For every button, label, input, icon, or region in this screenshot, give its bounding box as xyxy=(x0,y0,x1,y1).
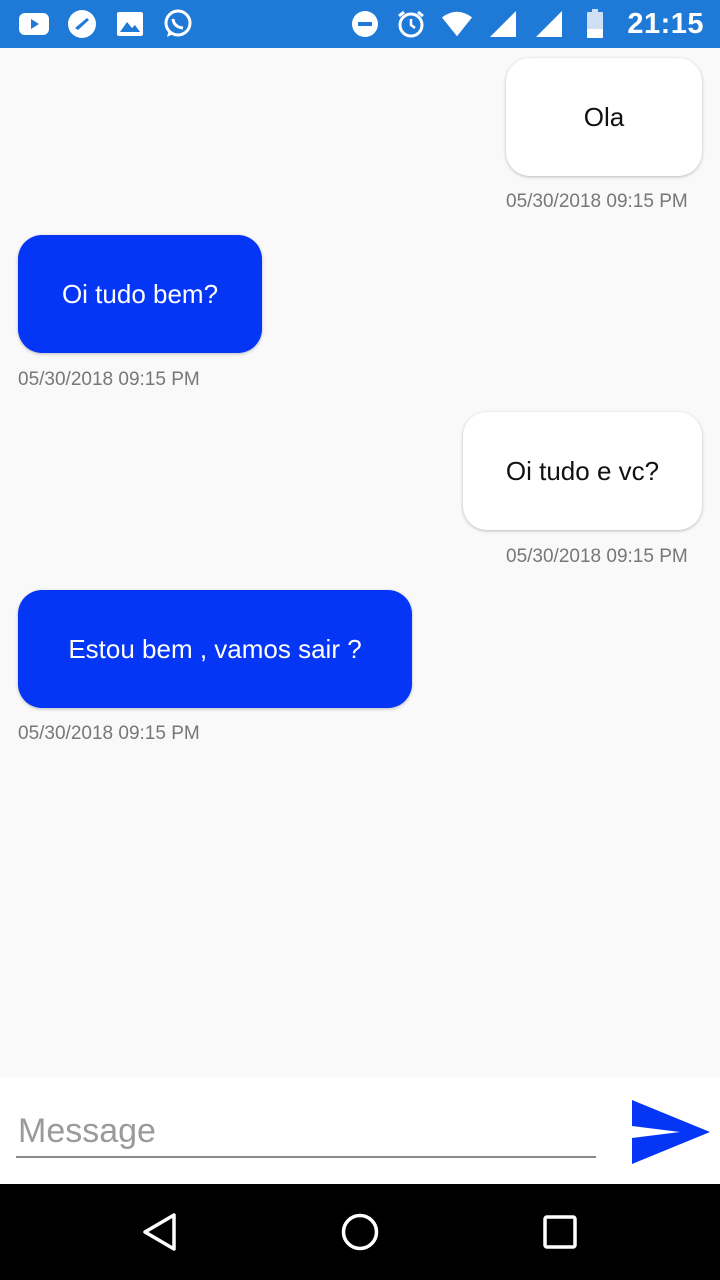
recents-button[interactable] xyxy=(536,1208,584,1256)
home-icon xyxy=(341,1213,379,1251)
message-text: Ola xyxy=(583,101,625,132)
notification-icons xyxy=(18,8,210,40)
sent-message-bubble[interactable]: Ola xyxy=(506,58,702,176)
alarm-icon xyxy=(395,8,427,40)
status-bar: 21:15 xyxy=(0,0,720,48)
send-icon xyxy=(632,1100,710,1164)
message-composer xyxy=(0,1078,720,1184)
signal-icon-2 xyxy=(533,8,565,40)
message-timestamp: 05/30/2018 09:15 PM xyxy=(506,546,688,567)
sent-message-bubble[interactable]: Oi tudo e vc? xyxy=(463,412,702,530)
wifi-icon xyxy=(441,8,473,40)
recents-icon xyxy=(543,1215,577,1249)
youtube-icon xyxy=(18,8,50,40)
message-input[interactable] xyxy=(16,1106,596,1158)
message-text: Oi tudo e vc? xyxy=(505,455,660,486)
home-button[interactable] xyxy=(336,1208,384,1256)
messaging-app-icon xyxy=(66,8,98,40)
received-message-bubble[interactable]: Oi tudo bem? xyxy=(18,235,262,353)
chat-screen: 21:15 Ola 05/30/2018 09:15 PM Oi tudo be… xyxy=(0,0,720,1280)
message-list[interactable]: Ola 05/30/2018 09:15 PM Oi tudo bem? 05/… xyxy=(0,48,720,1078)
whatsapp-icon xyxy=(162,8,194,40)
message-timestamp: 05/30/2018 09:15 PM xyxy=(18,723,200,744)
message-timestamp: 05/30/2018 09:15 PM xyxy=(18,369,200,390)
message-timestamp: 05/30/2018 09:15 PM xyxy=(506,191,688,212)
message-text: Estou bem , vamos sair ? xyxy=(68,633,362,664)
system-icons: 21:15 xyxy=(335,8,704,41)
signal-icon xyxy=(487,8,519,40)
back-icon xyxy=(143,1213,176,1251)
message-text: Oi tudo bem? xyxy=(61,278,219,309)
do-not-disturb-icon xyxy=(349,8,381,40)
send-button[interactable] xyxy=(628,1096,714,1168)
navigation-bar xyxy=(0,1184,720,1280)
back-button[interactable] xyxy=(136,1208,184,1256)
received-message-bubble[interactable]: Estou bem , vamos sair ? xyxy=(18,590,412,708)
gallery-icon xyxy=(114,8,146,40)
battery-icon xyxy=(579,8,611,40)
status-time: 21:15 xyxy=(627,7,704,40)
